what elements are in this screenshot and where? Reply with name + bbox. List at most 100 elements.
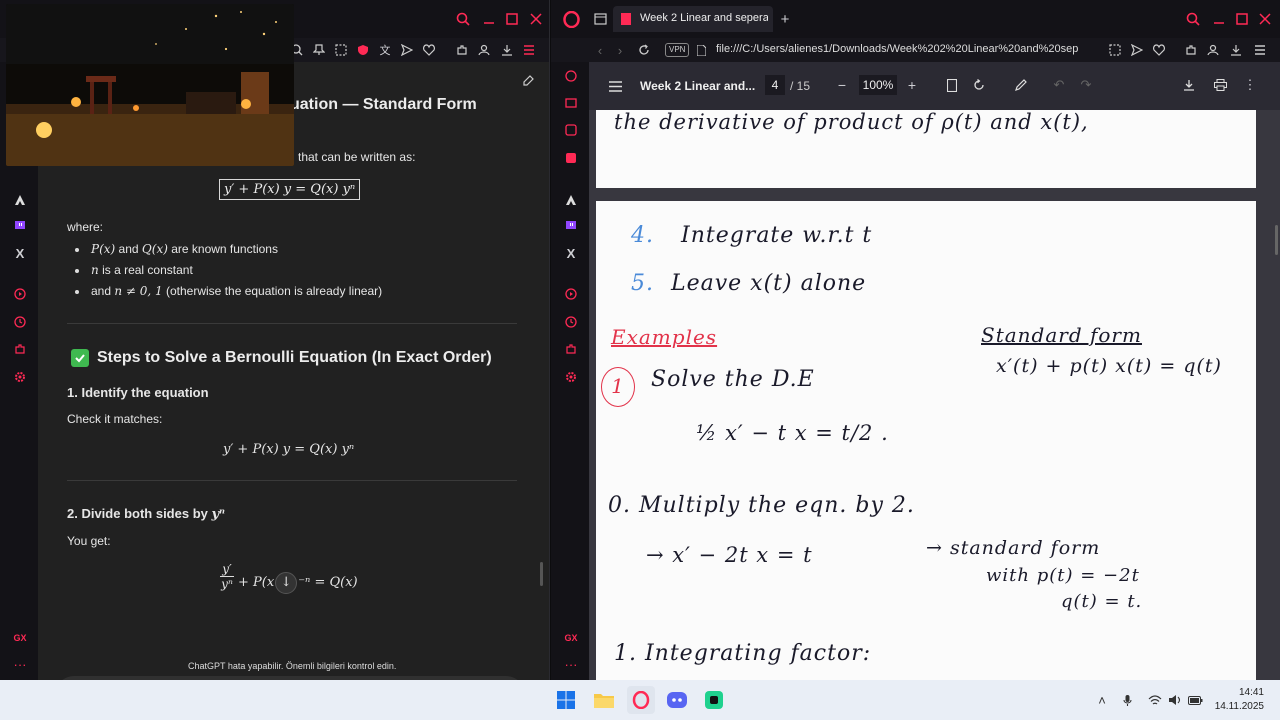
- translate-icon[interactable]: 文: [378, 42, 392, 58]
- reload-icon[interactable]: [637, 42, 651, 58]
- bullet-1: P(x) and Q(x) are known functions: [91, 242, 278, 256]
- pdf-browser-window: Week 2 Linear and sepera + ‹ › VPN file:…: [551, 0, 1280, 680]
- menu-icon[interactable]: [522, 42, 536, 58]
- step2-fraction: y′ yⁿ: [220, 562, 234, 591]
- player-icon[interactable]: [12, 286, 28, 302]
- gx-icon[interactable]: GX: [12, 630, 28, 646]
- pdf-scrollbar[interactable]: [1275, 225, 1278, 255]
- standard-form-equation: y′ + P(x) y = Q(x) yⁿ: [219, 179, 361, 200]
- heart-icon[interactable]: [1152, 42, 1166, 58]
- sidebar-red-4-icon[interactable]: [563, 150, 579, 166]
- app-icon[interactable]: [703, 690, 725, 710]
- settings-icon[interactable]: [563, 369, 579, 385]
- twitch-icon[interactable]: [12, 218, 28, 234]
- pip-video[interactable]: [6, 4, 294, 166]
- fit-page-icon[interactable]: [945, 77, 959, 93]
- history-icon[interactable]: [563, 314, 579, 330]
- opera-logo-icon[interactable]: [561, 10, 581, 28]
- send-icon[interactable]: [1130, 42, 1144, 58]
- zoom-in-icon[interactable]: +: [905, 77, 919, 93]
- search-icon[interactable]: [1184, 11, 1202, 27]
- more-icon[interactable]: ···: [12, 656, 28, 672]
- redo-icon[interactable]: ↷: [1079, 77, 1093, 93]
- more-actions-icon[interactable]: ⋮: [1243, 77, 1257, 93]
- bullet-3: and n ≠ 0, 1 (otherwise the equation is …: [91, 284, 383, 298]
- sidebar-aria-icon[interactable]: [12, 192, 28, 208]
- chat-scrollbar[interactable]: [540, 562, 543, 586]
- tab-title: Week 2 Linear and sepera: [640, 12, 768, 24]
- where-label: where:: [67, 220, 104, 234]
- send-icon[interactable]: [400, 42, 414, 58]
- sidebar-red-1-icon[interactable]: [563, 68, 579, 84]
- sidebar-aria-icon[interactable]: [563, 192, 579, 208]
- opera-gx-taskbar-icon[interactable]: [627, 686, 655, 714]
- close-icon[interactable]: [527, 11, 545, 27]
- maximize-icon[interactable]: [1233, 11, 1251, 27]
- outline-toggle-icon[interactable]: [607, 78, 623, 94]
- discord-icon[interactable]: [666, 690, 688, 710]
- screenshot-icon[interactable]: [334, 42, 348, 58]
- x-icon[interactable]: X: [563, 245, 579, 261]
- tab-pdf[interactable]: Week 2 Linear and sepera: [613, 6, 773, 32]
- minimize-icon[interactable]: [1210, 11, 1228, 27]
- extensions-sidebar-icon[interactable]: [563, 341, 579, 357]
- extensions-icon[interactable]: [455, 42, 469, 58]
- download-icon[interactable]: [500, 42, 514, 58]
- extensions-icon[interactable]: [1184, 42, 1198, 58]
- new-tab-icon[interactable]: +: [777, 10, 793, 28]
- extensions-sidebar-icon[interactable]: [12, 341, 28, 357]
- sidebar-red-3-icon[interactable]: [563, 122, 579, 138]
- screenshot-icon[interactable]: [1108, 42, 1122, 58]
- maximize-icon[interactable]: [503, 11, 521, 27]
- history-icon[interactable]: [12, 314, 28, 330]
- draw-icon[interactable]: [1014, 77, 1028, 93]
- page-number-input[interactable]: 4: [765, 75, 785, 95]
- chevron-up-icon[interactable]: ˄: [1096, 692, 1108, 708]
- wifi-icon[interactable]: [1147, 692, 1163, 708]
- clock-time[interactable]: 14:41: [1226, 687, 1264, 698]
- file-explorer-icon[interactable]: [593, 690, 615, 710]
- menu-icon[interactable]: [1253, 42, 1267, 58]
- windows-start-icon[interactable]: [556, 690, 576, 710]
- vpn-badge[interactable]: VPN: [665, 43, 690, 57]
- pdf-download-icon[interactable]: [1182, 77, 1196, 93]
- url-field[interactable]: file:///C:/Users/alienes1/Downloads/Week…: [716, 43, 1100, 55]
- x-icon[interactable]: X: [12, 245, 28, 261]
- profile-icon[interactable]: [477, 42, 491, 58]
- battery-icon[interactable]: [1187, 692, 1203, 708]
- shield-icon[interactable]: [356, 42, 370, 58]
- undo-icon[interactable]: ↶: [1052, 77, 1066, 93]
- close-icon[interactable]: [1256, 11, 1274, 27]
- back-icon[interactable]: ‹: [593, 42, 607, 58]
- zoom-level[interactable]: 100%: [859, 75, 897, 95]
- profile-icon[interactable]: [1206, 42, 1220, 58]
- search-icon[interactable]: [454, 11, 472, 27]
- checkmark-icon: [71, 349, 89, 367]
- twitch-icon[interactable]: [563, 218, 579, 234]
- sidebar-red-2-icon[interactable]: [563, 95, 579, 111]
- microphone-icon[interactable]: [1121, 692, 1133, 708]
- example-number: 1: [601, 367, 635, 407]
- settings-icon[interactable]: [12, 369, 28, 385]
- heart-icon[interactable]: [422, 42, 436, 58]
- pin-icon[interactable]: [312, 42, 326, 58]
- scroll-down-button[interactable]: ↓: [275, 572, 298, 594]
- new-chat-icon[interactable]: [520, 72, 536, 88]
- player-icon[interactable]: [563, 286, 579, 302]
- file-icon: [695, 42, 707, 58]
- more-icon[interactable]: ···: [563, 656, 579, 672]
- clock-date[interactable]: 14.11.2025: [1212, 701, 1264, 712]
- download-icon[interactable]: [1229, 42, 1243, 58]
- gx-icon[interactable]: GX: [563, 630, 579, 646]
- forward-icon[interactable]: ›: [613, 42, 627, 58]
- bullet-2: n is a real constant: [91, 263, 193, 277]
- print-icon[interactable]: [1213, 77, 1227, 93]
- volume-icon[interactable]: [1167, 692, 1183, 708]
- minimize-icon[interactable]: [480, 11, 498, 27]
- bullet-dot: [75, 290, 79, 294]
- rotate-icon[interactable]: [972, 77, 986, 93]
- tab-list-icon[interactable]: [591, 11, 609, 27]
- right-sidebar: X GX ···: [551, 62, 589, 680]
- step2-title: 2. Divide both sides by yⁿ: [67, 506, 225, 522]
- zoom-out-icon[interactable]: −: [835, 77, 849, 93]
